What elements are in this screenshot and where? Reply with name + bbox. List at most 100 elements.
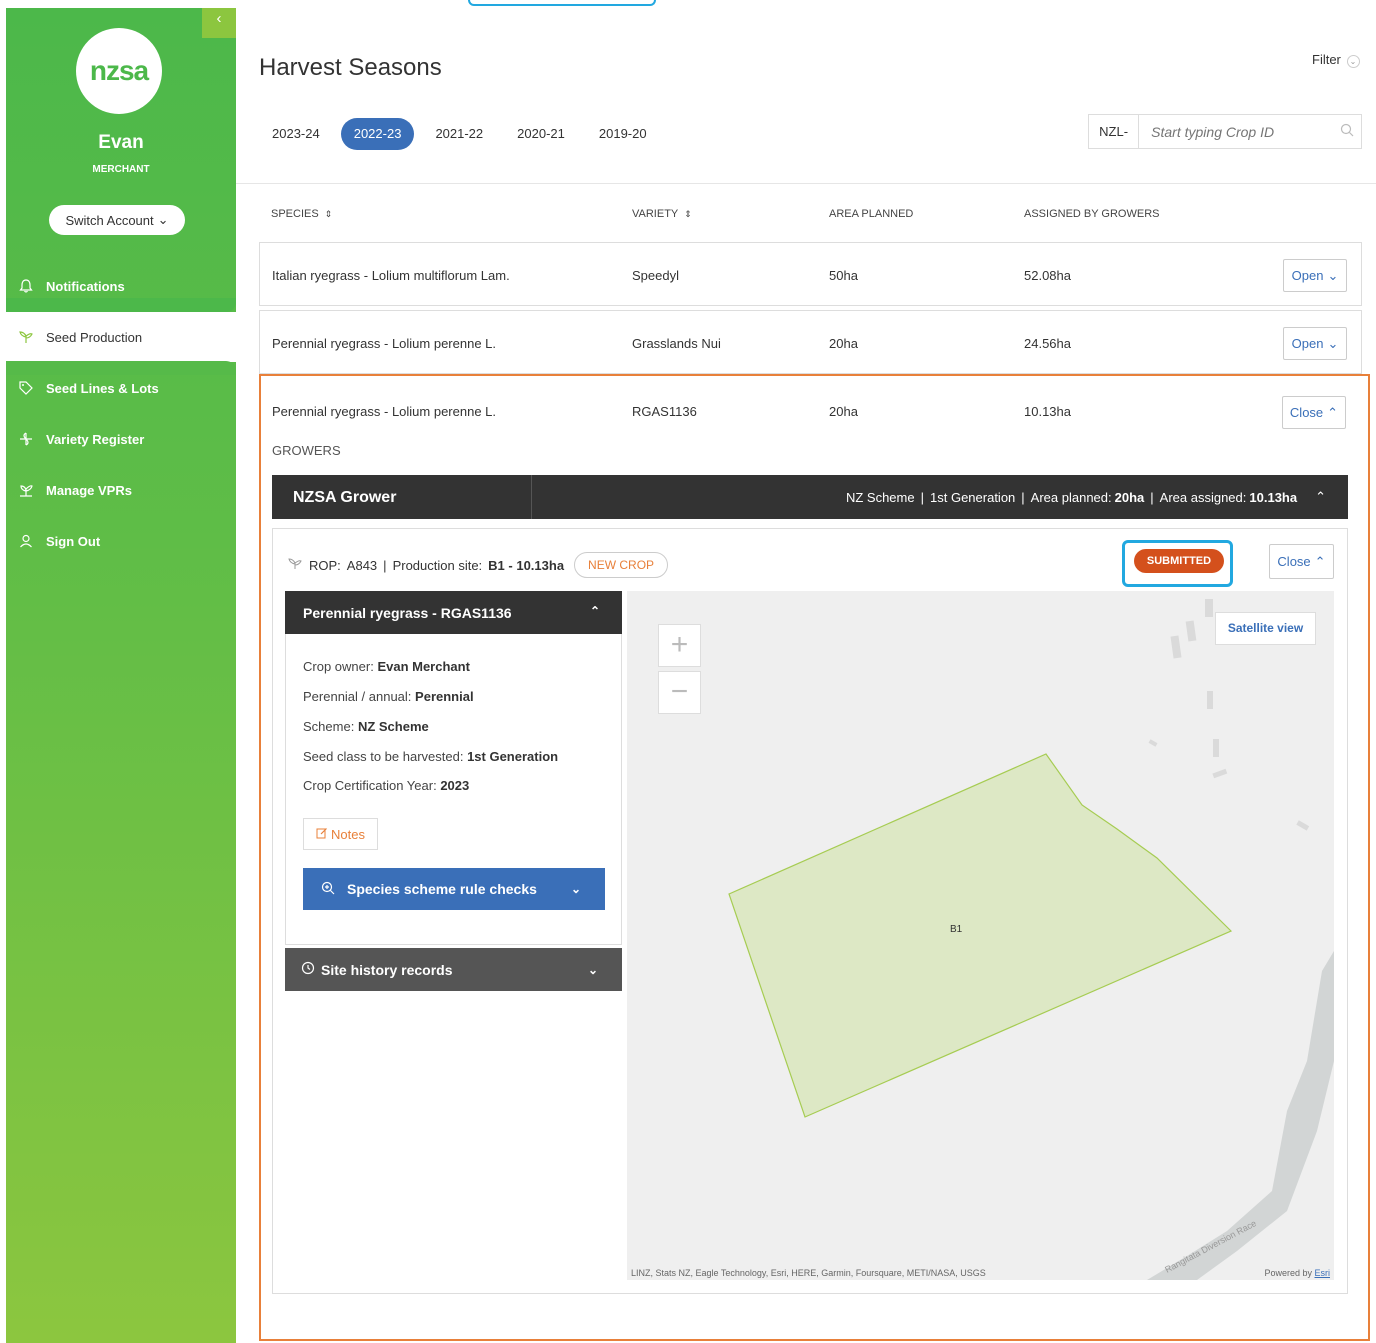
map-powered-by: Powered by Esri — [1264, 1268, 1330, 1278]
sidebar-item-variety-register[interactable]: Variety Register — [6, 414, 236, 464]
site-history-label: Site history records — [321, 961, 453, 978]
assigned-cell: 10.13ha — [1024, 404, 1071, 419]
season-tabs: 2023-24 2022-23 2021-22 2020-21 2019-20 — [259, 118, 668, 150]
switch-account-label: Switch Account — [65, 212, 154, 228]
column-header-variety[interactable]: VARIETY ⇕ — [632, 208, 692, 220]
sidebar-item-seed-lines-lots[interactable]: Seed Lines & Lots — [6, 363, 236, 413]
sidebar-item-label: Seed Lines & Lots — [46, 380, 159, 396]
certification-year-field: Crop Certification Year: 2023 — [303, 778, 469, 793]
field-value: Perennial — [415, 689, 474, 704]
crop-details-header[interactable]: Perennial ryegrass - RGAS1136 ⌃ — [285, 591, 622, 634]
tab-2020-21[interactable]: 2020-21 — [504, 118, 578, 150]
grower-scheme: NZ Scheme — [845, 489, 915, 505]
satellite-view-button[interactable]: Satellite view — [1215, 612, 1316, 645]
bell-icon — [18, 278, 34, 294]
open-button[interactable]: Open ⌄ — [1283, 327, 1347, 360]
tab-2019-20[interactable]: 2019-20 — [586, 118, 660, 150]
site-history-header[interactable]: Site history records ⌄ — [285, 948, 622, 991]
site-value: B1 - 10.13ha — [488, 557, 565, 573]
field-value: 1st Generation — [467, 749, 559, 764]
open-button[interactable]: Open ⌄ — [1283, 259, 1347, 292]
area-planned-label: Area planned: — [1030, 489, 1112, 505]
grower-name: NZSA Grower — [272, 475, 532, 519]
grower-generation: 1st Generation — [930, 489, 1016, 505]
column-header-assigned: ASSIGNED BY GROWERS — [1024, 208, 1160, 220]
search-prefix: NZL- — [1089, 115, 1140, 148]
species-scheme-rule-checks-button[interactable]: Species scheme rule checks ⌄ — [303, 868, 605, 910]
chevron-down-icon: ⌄ — [1346, 55, 1360, 68]
zoom-out-button[interactable]: − — [658, 671, 701, 714]
sidebar-item-label: Variety Register — [46, 431, 145, 447]
species-cell: Perennial ryegrass - Lolium perenne L. — [272, 336, 497, 351]
zoom-in-button[interactable]: + — [658, 624, 701, 667]
tab-2022-23[interactable]: 2022-23 — [340, 118, 415, 150]
map-canvas: Rangitata Diversion Race — [728, 599, 1334, 1280]
plant-icon — [18, 482, 34, 498]
collapse-sidebar-button[interactable]: ‹ — [202, 8, 236, 38]
search-input[interactable] — [1139, 123, 1334, 140]
site-label: Production site: — [392, 557, 483, 573]
paddock-label: B1 — [950, 924, 963, 935]
sort-icon: ⇕ — [684, 209, 692, 219]
sidebar-item-seed-production[interactable]: Seed Production — [6, 312, 236, 362]
sidebar-item-sign-out[interactable]: Sign Out — [6, 516, 236, 566]
scheme-field: Scheme: NZ Scheme — [303, 719, 429, 734]
map-building — [1185, 620, 1197, 642]
tab-2021-22[interactable]: 2021-22 — [422, 118, 496, 150]
new-crop-badge: NEW CROP — [574, 552, 669, 578]
crop-owner-field: Crop owner: Evan Merchant — [303, 659, 470, 674]
column-label: AREA PLANNED — [829, 208, 914, 220]
filter-toggle[interactable]: Filter ⌄ — [1312, 52, 1360, 68]
open-label: Open — [1291, 268, 1324, 283]
search-icon[interactable] — [1333, 123, 1361, 141]
area-assigned-label: Area assigned: — [1159, 489, 1247, 505]
sidebar: ‹ nzsa Evan MERCHANT Switch Account ⌄ No… — [6, 8, 236, 1343]
crop-id-search: NZL- — [1088, 114, 1362, 149]
chevron-up-icon: ⌃ — [1315, 489, 1326, 504]
area-assigned-value: 10.13ha — [1249, 489, 1298, 505]
close-crop-button[interactable]: Close ⌃ — [1269, 544, 1334, 579]
grower-header[interactable]: NZSA Grower NZ Scheme | 1st Generation |… — [272, 475, 1348, 519]
chevron-down-icon: ⌄ — [587, 962, 598, 977]
close-label: Close — [1277, 554, 1311, 569]
open-label: Open — [1291, 336, 1324, 351]
table-row: Italian ryegrass - Lolium multiflorum La… — [259, 242, 1362, 306]
variety-cell: Grasslands Nui — [632, 336, 721, 351]
close-row-button[interactable]: Close ⌃ — [1282, 396, 1346, 429]
filter-label: Filter — [1312, 52, 1341, 67]
area-planned-value: 20ha — [1114, 489, 1145, 505]
notes-button[interactable]: Notes — [303, 818, 378, 850]
switch-account-button[interactable]: Switch Account ⌄ — [49, 205, 185, 235]
sidebar-item-label: Notifications — [46, 278, 125, 294]
seedling-icon — [18, 329, 34, 345]
column-header-species[interactable]: SPECIES ⇕ — [271, 208, 332, 220]
perennial-annual-field: Perennial / annual: Perennial — [303, 689, 474, 704]
area-planned-cell: 20ha — [829, 336, 858, 351]
map-building — [1148, 739, 1158, 747]
map-view[interactable]: Rangitata Diversion Race B1 + − Satellit… — [627, 591, 1334, 1280]
area-planned-cell: 50ha — [829, 268, 858, 283]
rop-label: ROP: — [309, 557, 341, 573]
chevron-down-icon: ⌄ — [157, 212, 169, 227]
chevron-down-icon: ⌄ — [570, 882, 581, 896]
field-value: NZ Scheme — [357, 719, 429, 734]
field-label: Seed class to be harvested: — [303, 749, 464, 764]
zoom-in-icon — [321, 881, 335, 898]
status-badge: SUBMITTED — [1134, 549, 1224, 573]
tab-2023-24[interactable]: 2023-24 — [259, 118, 333, 150]
variety-cell: Speedyl — [632, 268, 679, 283]
column-label: VARIETY — [632, 208, 679, 220]
seedling-icon — [287, 557, 303, 573]
user-role: MERCHANT — [92, 164, 150, 175]
column-label: SPECIES — [271, 208, 319, 220]
separator: | — [1021, 489, 1025, 505]
edit-icon — [316, 827, 328, 842]
sidebar-item-manage-vprs[interactable]: Manage VPRs — [6, 465, 236, 515]
chevron-up-icon: ⌃ — [1314, 553, 1326, 569]
esri-link[interactable]: Esri — [1315, 1268, 1331, 1278]
chevron-up-icon: ⌃ — [589, 604, 600, 618]
map-building — [1207, 691, 1213, 709]
user-name: Evan — [98, 132, 144, 153]
paddock-b1-polygon[interactable] — [728, 753, 1233, 1118]
column-label: ASSIGNED BY GROWERS — [1024, 208, 1160, 220]
